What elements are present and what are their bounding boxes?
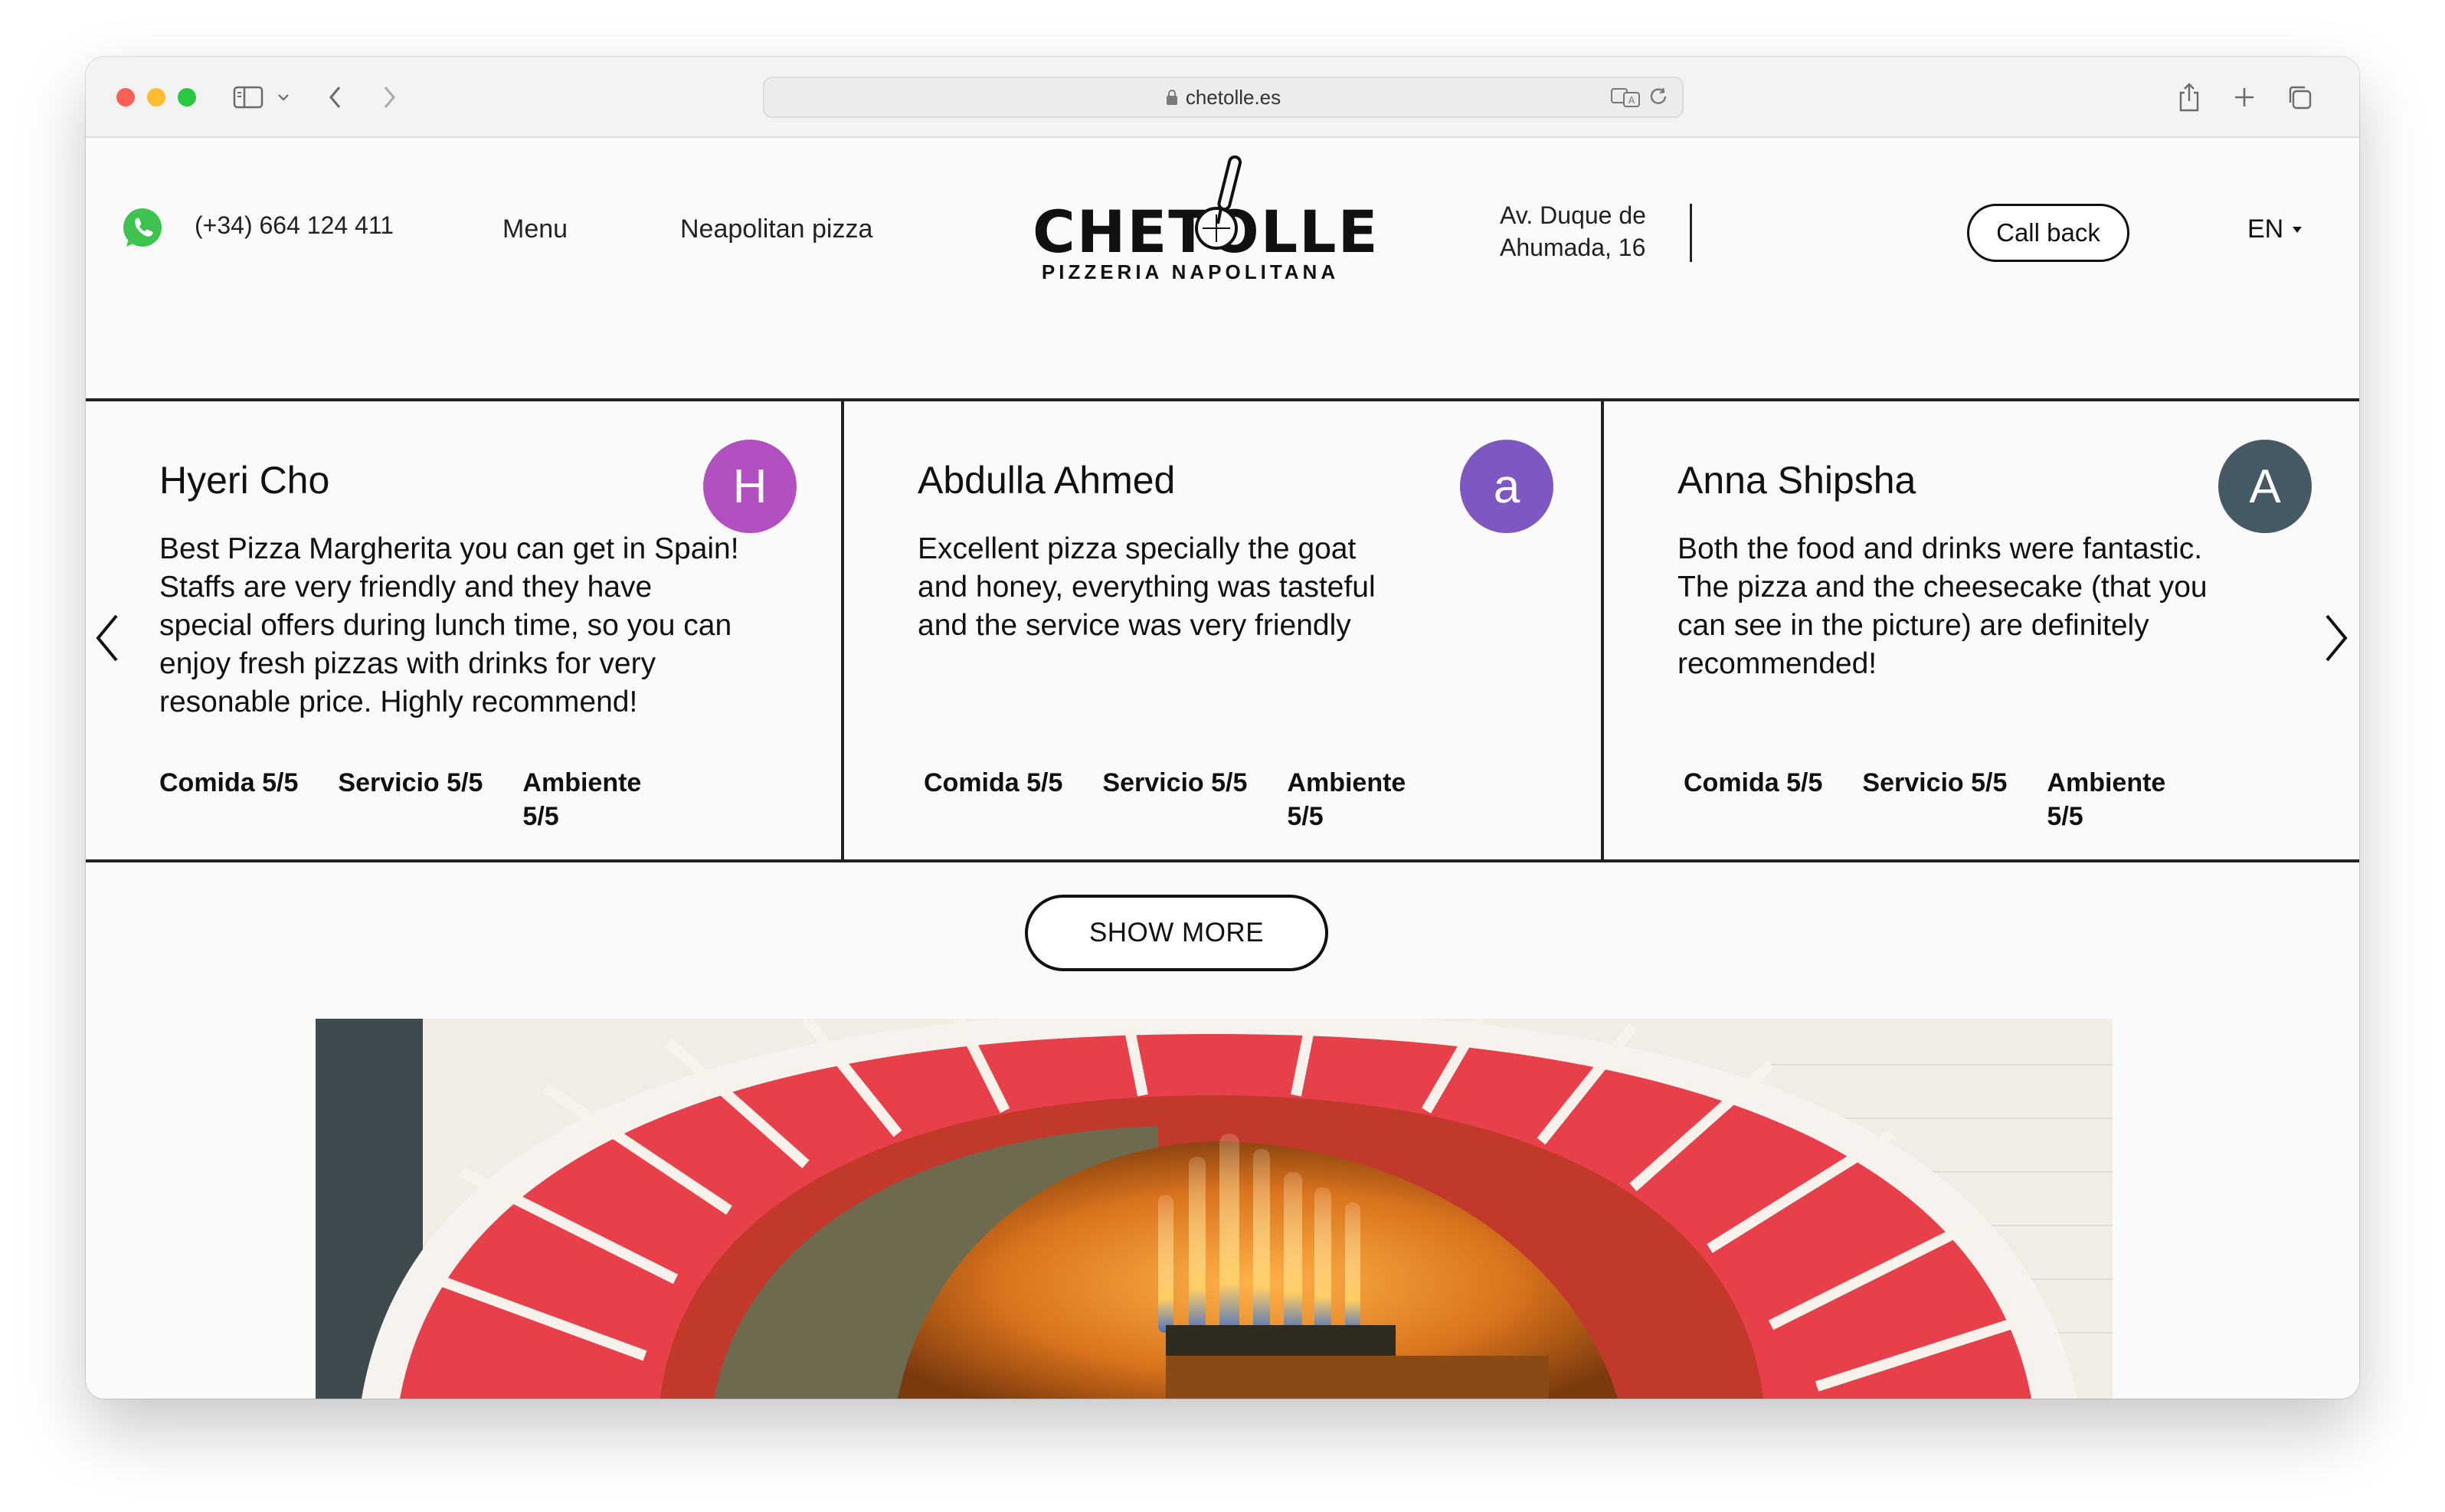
reviewer-name: Anna Shipsha — [1677, 459, 1916, 502]
nav-link-menu[interactable]: Menu — [502, 214, 568, 244]
review-text: Both the food and drinks were fantastic.… — [1677, 532, 2208, 680]
pizza-cutter-icon — [1195, 155, 1242, 250]
lock-icon — [1166, 90, 1177, 105]
url-text: chetolle.es — [1185, 85, 1281, 109]
rating-food: Comida 5/5 — [159, 768, 299, 797]
avatar: a — [1460, 440, 1553, 533]
rating-service: Servicio 5/5 — [338, 768, 483, 797]
translate-icon[interactable]: A — [1610, 86, 1641, 109]
show-more-button[interactable]: SHOW MORE — [1025, 895, 1328, 971]
sidebar-icon[interactable] — [231, 77, 265, 118]
address-line-2: Ahumada, 16 — [1500, 234, 1646, 261]
rating-service: Servicio 5/5 — [1102, 768, 1248, 797]
reviewer-name: Abdulla Ahmed — [918, 459, 1176, 502]
rating-ambience: Ambiente 5/5 — [1287, 768, 1406, 831]
review-ratings: Comida 5/5 Servicio 5/5 Ambiente 5/5 — [1684, 766, 2177, 833]
back-arrow-icon[interactable] — [319, 77, 352, 118]
avatar: A — [2218, 440, 2312, 533]
whatsapp-icon[interactable] — [121, 207, 164, 250]
rating-ambience: Ambiente 5/5 — [522, 768, 642, 831]
browser-window: chetolle.es A (+34) 664 124 411 Menu Nea… — [86, 57, 2359, 1399]
review-ratings: Comida 5/5 Servicio 5/5 Ambiente 5/5 — [159, 766, 653, 833]
chevron-left-icon[interactable] — [92, 611, 123, 665]
logo-subtitle: PIZZERIA NAPOLITANA — [1041, 260, 1340, 283]
review-card: Anna Shipsha A Both the food and drinks … — [1601, 401, 2359, 859]
reload-icon[interactable] — [1648, 87, 1670, 109]
chevron-down-icon[interactable] — [274, 77, 293, 118]
minimize-window-button[interactable] — [147, 88, 165, 106]
close-window-button[interactable] — [116, 88, 135, 106]
restaurant-address: Av. Duque de Ahumada, 16 — [1500, 199, 1676, 263]
site-logo[interactable]: CHETOLLE PIZZERIA NAPOLITANA — [1029, 153, 1378, 291]
reviewer-name: Hyeri Cho — [159, 459, 330, 502]
address-bar[interactable]: chetolle.es A — [763, 77, 1684, 118]
site-header: (+34) 664 124 411 Menu Neapolitan pizza … — [86, 138, 2359, 401]
forward-arrow-icon[interactable] — [372, 77, 406, 118]
call-back-button[interactable]: Call back — [1967, 204, 2129, 262]
new-tab-icon[interactable] — [2227, 77, 2261, 118]
review-card: Abdulla Ahmed a Excellent pizza speciall… — [841, 401, 1601, 859]
avatar: H — [703, 440, 797, 533]
share-icon[interactable] — [2172, 77, 2206, 118]
nav-link-neapolitan-pizza[interactable]: Neapolitan pizza — [680, 214, 872, 244]
phone-number-link[interactable]: (+34) 664 124 411 — [195, 211, 394, 240]
review-text: Best Pizza Margherita you can get in Spa… — [159, 532, 739, 718]
rating-ambience: Ambiente 5/5 — [2047, 768, 2166, 831]
svg-text:A: A — [1628, 95, 1635, 106]
chevron-right-icon[interactable] — [2321, 611, 2352, 665]
review-ratings: Comida 5/5 Servicio 5/5 Ambiente 5/5 — [924, 766, 1417, 833]
review-text: Excellent pizza specially the goat and h… — [918, 532, 1376, 642]
rating-service: Servicio 5/5 — [1862, 768, 2008, 797]
rating-food: Comida 5/5 — [924, 768, 1063, 797]
language-label: EN — [2247, 214, 2284, 244]
pizza-oven-image — [316, 1019, 2113, 1399]
zoom-window-button[interactable] — [178, 88, 196, 106]
caret-down-icon — [2293, 226, 2303, 233]
browser-toolbar: chetolle.es A — [86, 57, 2359, 138]
language-selector[interactable]: EN — [2247, 214, 2303, 244]
reviews-carousel: Hyeri Cho H Best Pizza Margherita you ca… — [86, 401, 2359, 862]
rating-food: Comida 5/5 — [1684, 768, 1823, 797]
divider — [1690, 204, 1692, 262]
address-line-1: Av. Duque de — [1500, 201, 1646, 229]
review-card: Hyeri Cho H Best Pizza Margherita you ca… — [86, 401, 841, 859]
tab-overview-icon[interactable] — [2283, 77, 2316, 118]
